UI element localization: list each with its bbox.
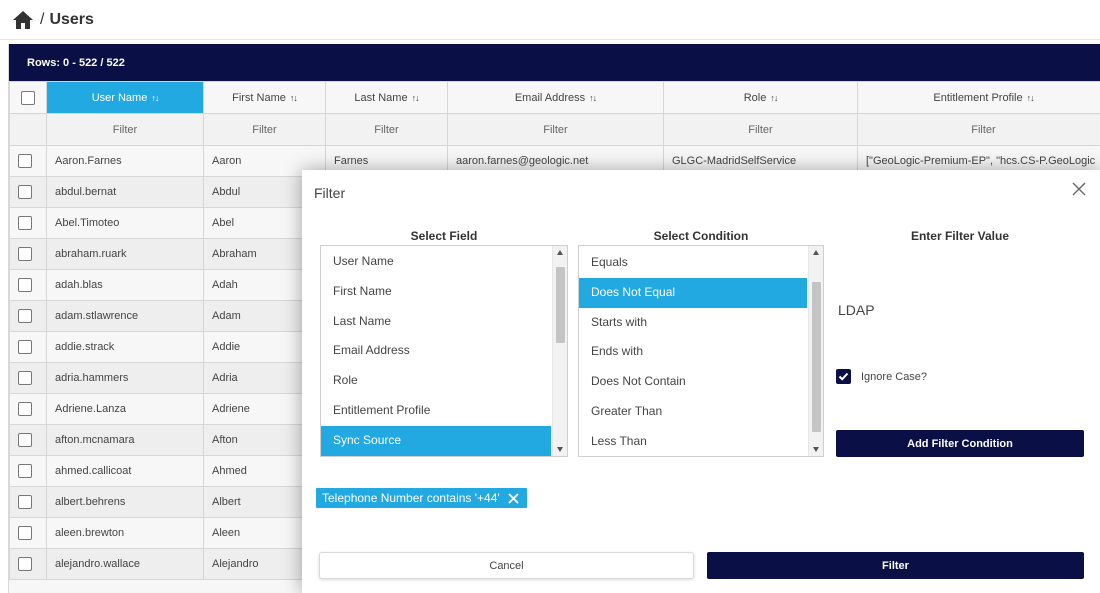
remove-chip-icon[interactable] xyxy=(508,492,519,504)
ignore-case-label: Ignore Case? xyxy=(861,370,928,383)
scroll-up-icon[interactable] xyxy=(557,250,563,255)
condition-scrollbar[interactable] xyxy=(808,246,823,456)
add-filter-condition-button[interactable]: Add Filter Condition xyxy=(836,430,1084,457)
close-icon[interactable] xyxy=(1070,180,1088,198)
field-option[interactable]: Email Address xyxy=(321,336,551,366)
field-listbox[interactable]: User Name First Name Last Name Email Addres… xyxy=(320,245,568,457)
field-scrollbar[interactable] xyxy=(552,246,567,456)
field-options: User Name First Name Last Name Email Addres… xyxy=(321,247,551,456)
condition-option[interactable]: Starts with xyxy=(579,308,807,338)
field-scroll-thumb[interactable] xyxy=(556,267,565,343)
enter-value-heading: Enter Filter Value xyxy=(910,229,1010,243)
field-option[interactable]: Entitlement Profile xyxy=(321,396,551,426)
dialog-title: Filter xyxy=(314,185,346,201)
condition-scroll-thumb[interactable] xyxy=(812,282,821,432)
condition-option[interactable]: Ends with xyxy=(579,337,807,367)
modal-overlay: Filter Select Field Select Condition Ent… xyxy=(0,0,1100,593)
field-option[interactable]: Sync Source xyxy=(321,425,551,456)
ignore-case-checkbox[interactable] xyxy=(836,369,851,384)
scroll-down-icon[interactable] xyxy=(813,447,819,452)
ignore-case-row[interactable]: Ignore Case? xyxy=(836,369,927,384)
condition-option[interactable]: Equals xyxy=(579,248,807,278)
field-option[interactable]: First Name xyxy=(321,277,551,307)
condition-options: Equals Does Not Equal Starts with Ends with… xyxy=(579,248,807,456)
condition-option[interactable]: Greater Than xyxy=(579,397,807,427)
field-option[interactable]: Role xyxy=(321,366,551,396)
field-option[interactable]: User Name xyxy=(321,247,551,277)
filter-value-input[interactable]: LDAP xyxy=(838,302,875,318)
filter-chip: Telephone Number contains '+44' xyxy=(316,488,527,508)
field-option[interactable]: Last Name xyxy=(321,307,551,337)
condition-option[interactable]: Does Not Equal xyxy=(579,277,807,308)
filter-dialog: Filter Select Field Select Condition Ent… xyxy=(302,170,1100,593)
filter-chip-label: Telephone Number contains '+44' xyxy=(322,491,500,505)
condition-option[interactable]: Does Not Contain xyxy=(579,367,807,397)
scroll-up-icon[interactable] xyxy=(813,250,819,255)
select-condition-heading: Select Condition xyxy=(653,229,749,243)
cancel-button[interactable]: Cancel xyxy=(319,552,694,579)
condition-listbox[interactable]: Equals Does Not Equal Starts with Ends with… xyxy=(578,245,824,457)
scroll-down-icon[interactable] xyxy=(557,447,563,452)
select-field-heading: Select Field xyxy=(410,229,478,243)
filter-button[interactable]: Filter xyxy=(707,552,1084,579)
condition-option[interactable]: Less Than xyxy=(579,427,807,456)
